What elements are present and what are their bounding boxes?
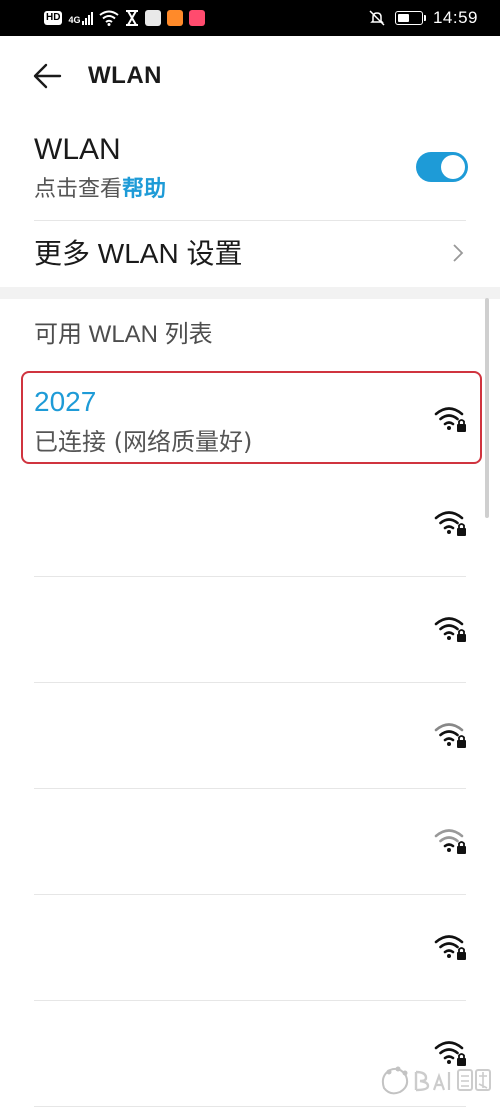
wifi-status-icon xyxy=(99,10,120,26)
wifi-network-row[interactable] xyxy=(0,789,500,894)
wifi-lock-icon xyxy=(434,617,466,642)
available-wlan-header: 可用 WLAN 列表 xyxy=(34,321,213,348)
clock-time: 14:59 xyxy=(432,8,478,27)
arrow-left-icon xyxy=(33,63,62,89)
page-title: WLAN xyxy=(88,62,162,89)
mute-bell-icon xyxy=(369,10,385,26)
section-separator xyxy=(0,287,500,299)
wifi-network-row[interactable] xyxy=(0,895,500,1000)
baidu-experience-watermark xyxy=(381,1066,491,1095)
wlan-toggle-row: WLAN 点击查看帮助 xyxy=(0,116,500,220)
chevron-right-icon xyxy=(453,244,464,262)
wlan-switch-knob xyxy=(441,155,465,179)
app-header: WLAN xyxy=(0,36,500,116)
wifi-lock-icon xyxy=(434,511,466,536)
wifi-lock-icon xyxy=(434,935,466,960)
battery-level xyxy=(397,14,409,22)
subtitle-prefix: 点击查看 xyxy=(34,177,123,202)
status-bar-left-icons: HD 4G xyxy=(44,7,206,29)
wlan-toggle-subtitle: 点击查看帮助 xyxy=(34,174,166,206)
app-notification-icon xyxy=(145,10,162,26)
wifi-network-row[interactable] xyxy=(0,470,500,575)
wifi-network-row[interactable] xyxy=(0,683,500,788)
highlight-annotation xyxy=(21,371,482,464)
more-wlan-settings-label: 更多 WLAN 设置 xyxy=(34,238,243,269)
wifi-lock-icon xyxy=(434,723,466,748)
back-button[interactable] xyxy=(28,58,68,94)
wlan-toggle-title: WLAN xyxy=(34,133,121,166)
help-link[interactable]: 帮助 xyxy=(122,177,166,202)
wlan-switch[interactable] xyxy=(416,152,468,182)
more-wlan-settings[interactable]: 更多 WLAN 设置 xyxy=(0,221,500,287)
4g-signal-icon: 4G xyxy=(68,11,94,25)
wifi-lock-icon xyxy=(434,829,466,854)
wifi-network-row[interactable] xyxy=(0,577,500,682)
battery-icon xyxy=(394,11,426,25)
wifi-lock-icon xyxy=(434,407,466,432)
hourglass-icon xyxy=(126,10,139,26)
weibo-icon xyxy=(167,10,184,26)
app-notification-icon-2 xyxy=(189,10,206,26)
status-bar: HD 4G 14:59 xyxy=(0,0,500,36)
status-bar-right-icons: 14:59 xyxy=(369,7,478,29)
divider xyxy=(34,1106,466,1107)
hd-icon: HD xyxy=(44,11,63,25)
